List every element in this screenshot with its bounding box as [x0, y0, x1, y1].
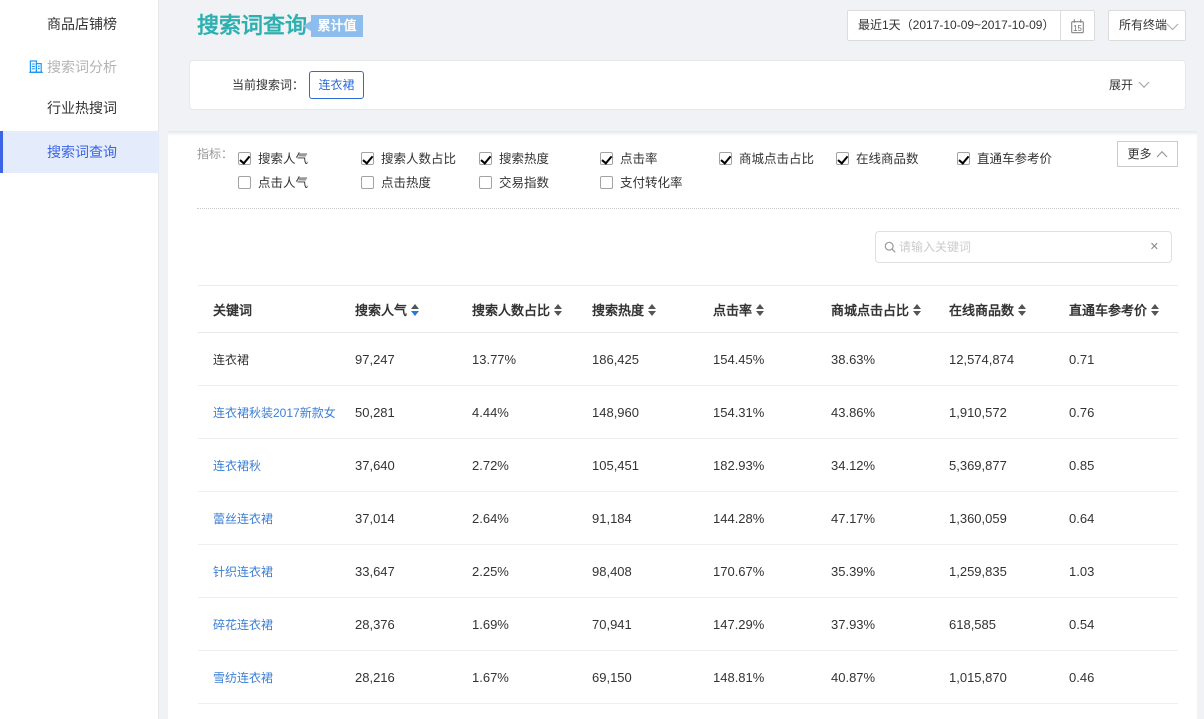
svg-text:15: 15 — [1073, 24, 1082, 33]
